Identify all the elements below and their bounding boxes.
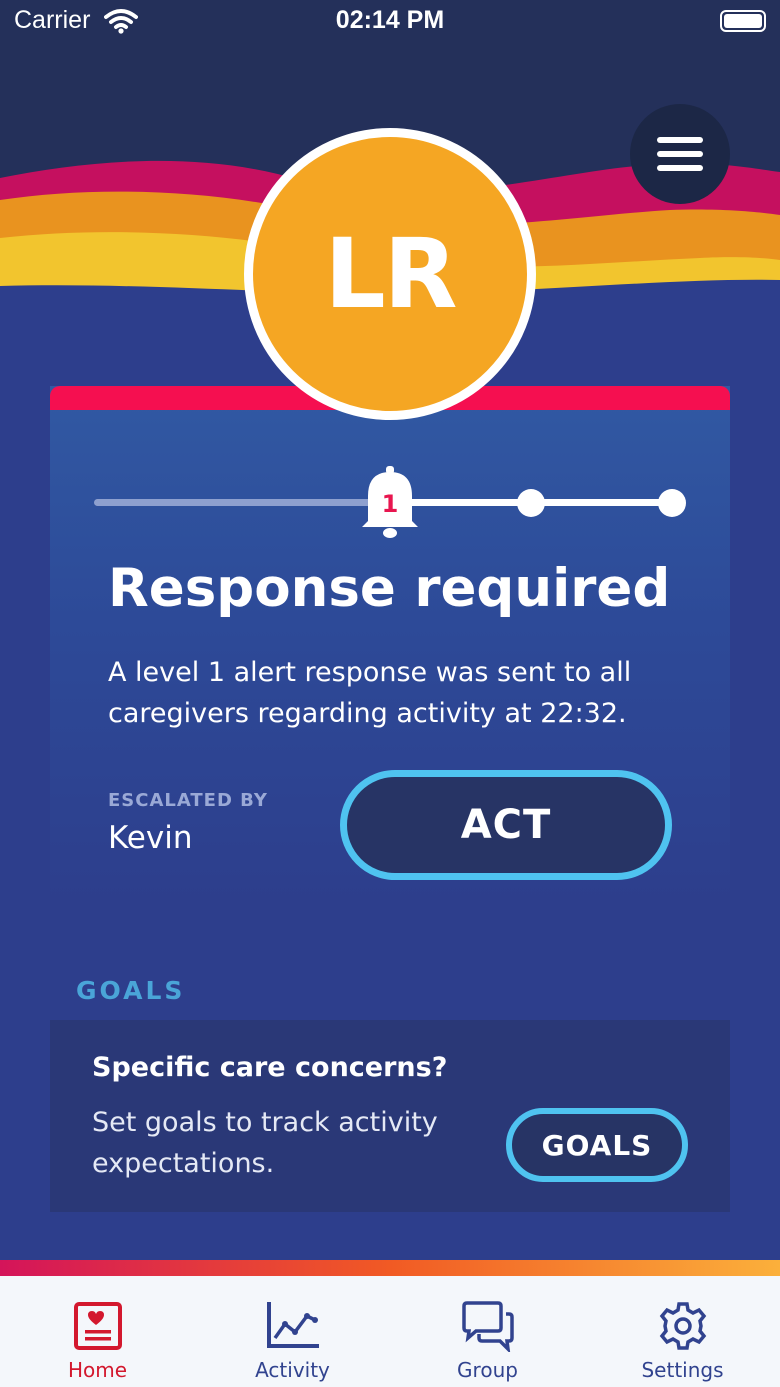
alert-level-number: 1 bbox=[382, 490, 399, 518]
alert-title: Response required bbox=[108, 558, 671, 619]
group-chat-icon bbox=[461, 1301, 514, 1352]
tab-label-group: Group bbox=[457, 1358, 518, 1382]
act-button[interactable]: ACT bbox=[340, 770, 672, 880]
avatar-initials: LR bbox=[324, 218, 457, 330]
tab-group[interactable]: Group bbox=[390, 1276, 585, 1387]
escalated-by-name: Kevin bbox=[108, 820, 193, 856]
gear-icon bbox=[659, 1302, 706, 1350]
menu-button[interactable] bbox=[630, 104, 730, 204]
goals-card: Specific care concerns? Set goals to tra… bbox=[50, 1020, 730, 1212]
goals-card-description: Set goals to track activity expectations… bbox=[92, 1107, 438, 1179]
activity-chart-icon bbox=[266, 1302, 319, 1348]
tabbar-accent-stripe bbox=[0, 1260, 780, 1276]
tab-settings[interactable]: Settings bbox=[585, 1276, 780, 1387]
goals-button[interactable]: GOALS bbox=[506, 1108, 688, 1182]
act-button-label: ACT bbox=[460, 802, 552, 848]
clock: 02:14 PM bbox=[335, 6, 445, 34]
tab-label-settings: Settings bbox=[641, 1358, 724, 1382]
goals-card-title: Specific care concerns? bbox=[92, 1052, 448, 1083]
tab-label-home: Home bbox=[67, 1358, 128, 1382]
alert-description: A level 1 alert response was sent to all… bbox=[108, 657, 632, 729]
escalation-progress: 1 bbox=[94, 466, 686, 538]
hamburger-menu-icon bbox=[657, 137, 703, 171]
avatar: LR bbox=[244, 128, 536, 420]
alert-card: 1 Response required A level 1 alert resp… bbox=[50, 386, 730, 906]
tab-home[interactable]: Home bbox=[0, 1276, 195, 1387]
tab-activity[interactable]: Activity bbox=[195, 1276, 390, 1387]
home-card-heart-icon bbox=[73, 1302, 122, 1350]
escalated-by-label: ESCALATED BY bbox=[108, 790, 268, 811]
status-bar: Carrier 02:14 PM bbox=[0, 0, 780, 44]
progress-step-3 bbox=[517, 489, 545, 517]
goals-section-heading: GOALS bbox=[76, 976, 186, 1005]
progress-step-4 bbox=[658, 489, 686, 517]
tab-bar: Home Activity Group Settings bbox=[0, 1276, 780, 1387]
battery-icon bbox=[720, 10, 766, 32]
goals-button-label: GOALS bbox=[541, 1128, 653, 1162]
tab-label-activity: Activity bbox=[255, 1358, 330, 1382]
